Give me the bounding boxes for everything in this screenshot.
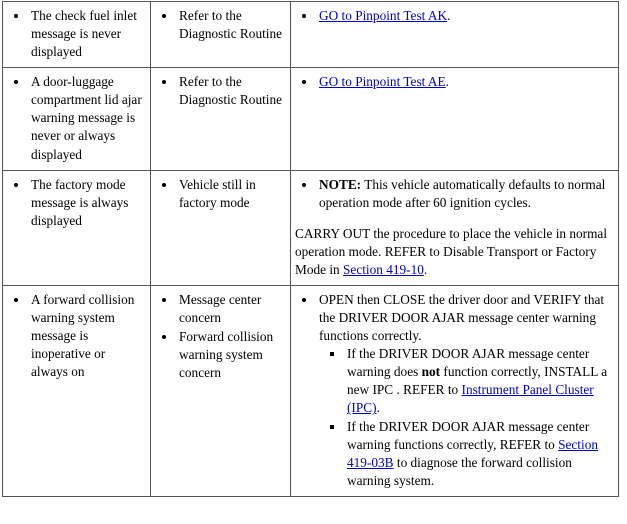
possible-sources-cell: Message center concern Forward collision… (150, 285, 291, 497)
possible-sources-list: Vehicle still in factory mode (155, 176, 284, 212)
pinpoint-test-link[interactable]: GO to Pinpoint Test AE (319, 74, 446, 89)
action-list: NOTE: This vehicle automatically default… (295, 176, 612, 212)
condition-list: The check fuel inlet message is never di… (7, 7, 144, 61)
table-row: A door-luggage compartment lid ajar warn… (2, 67, 619, 171)
action-cell: NOTE: This vehicle automatically default… (290, 170, 619, 287)
action-sublist: If the DRIVER DOOR AJAR message center w… (319, 345, 612, 490)
action-cell: GO to Pinpoint Test AE. (290, 67, 619, 171)
condition-list: A forward collision warning system messa… (7, 291, 144, 381)
pinpoint-test-link[interactable]: GO to Pinpoint Test AK (319, 8, 447, 23)
trailing-period: . (447, 8, 451, 23)
list-item: Refer to the Diagnostic Routine (177, 7, 284, 43)
list-item: The factory mode message is always displ… (29, 176, 144, 230)
subitem-text-pre: If the DRIVER DOOR AJAR message center w… (347, 418, 590, 452)
trailing-period: . (445, 74, 449, 90)
note-label: NOTE: (319, 176, 362, 192)
action-list: OPEN then CLOSE the driver door and VERI… (295, 291, 612, 490)
action-lead-text: OPEN then CLOSE the driver door and VERI… (319, 292, 605, 344)
symptom-chart-table: The check fuel inlet message is never di… (2, 1, 619, 497)
list-item: Refer to the Diagnostic Routine (177, 73, 284, 109)
action-paragraph: CARRY OUT the procedure to place the veh… (295, 225, 612, 279)
condition-cell: The factory mode message is always displ… (2, 170, 151, 287)
condition-list: A door-luggage compartment lid ajar warn… (7, 73, 144, 163)
list-item: OPEN then CLOSE the driver door and VERI… (317, 291, 612, 490)
possible-sources-cell: Refer to the Diagnostic Routine (150, 67, 291, 171)
table-row: The factory mode message is always displ… (2, 170, 619, 287)
paragraph-text-post: . (423, 261, 428, 277)
table-row: A forward collision warning system messa… (2, 285, 619, 497)
list-item: A forward collision warning system messa… (29, 291, 144, 381)
subitem-text-post: . (376, 400, 380, 416)
condition-cell: The check fuel inlet message is never di… (2, 1, 151, 69)
condition-cell: A door-luggage compartment lid ajar warn… (2, 67, 151, 171)
list-item: If the DRIVER DOOR AJAR message center w… (345, 418, 612, 490)
list-item: Vehicle still in factory mode (177, 176, 284, 212)
section-419-10-link[interactable]: Section 419-10 (343, 262, 424, 277)
action-cell: OPEN then CLOSE the driver door and VERI… (290, 285, 619, 497)
list-item: A door-luggage compartment lid ajar warn… (29, 73, 144, 163)
list-item: If the DRIVER DOOR AJAR message center w… (345, 345, 612, 417)
possible-sources-cell: Refer to the Diagnostic Routine (150, 1, 291, 69)
possible-sources-cell: Vehicle still in factory mode (150, 170, 291, 287)
list-item: GO to Pinpoint Test AE. (317, 73, 612, 91)
list-item: Forward collision warning system concern (177, 328, 284, 382)
table-body: The check fuel inlet message is never di… (2, 1, 619, 497)
note-text: This vehicle automatically defaults to n… (319, 176, 606, 210)
table-row: The check fuel inlet message is never di… (2, 1, 619, 69)
list-item: GO to Pinpoint Test AK. (317, 7, 612, 25)
list-item: The check fuel inlet message is never di… (29, 7, 144, 61)
possible-sources-list: Message center concern Forward collision… (155, 291, 284, 382)
action-cell: GO to Pinpoint Test AK. (290, 1, 619, 69)
subitem-emphasis: not (421, 364, 441, 380)
action-list: GO to Pinpoint Test AE. (295, 73, 612, 91)
list-item: NOTE: This vehicle automatically default… (317, 176, 612, 212)
action-list: GO to Pinpoint Test AK. (295, 7, 612, 25)
condition-list: The factory mode message is always displ… (7, 176, 144, 230)
condition-cell: A forward collision warning system messa… (2, 285, 151, 497)
list-item: Message center concern (177, 291, 284, 327)
possible-sources-list: Refer to the Diagnostic Routine (155, 7, 284, 43)
paragraph-text-pre: CARRY OUT the procedure to place the veh… (295, 225, 608, 277)
possible-sources-list: Refer to the Diagnostic Routine (155, 73, 284, 109)
document-page: The check fuel inlet message is never di… (0, 1, 627, 524)
